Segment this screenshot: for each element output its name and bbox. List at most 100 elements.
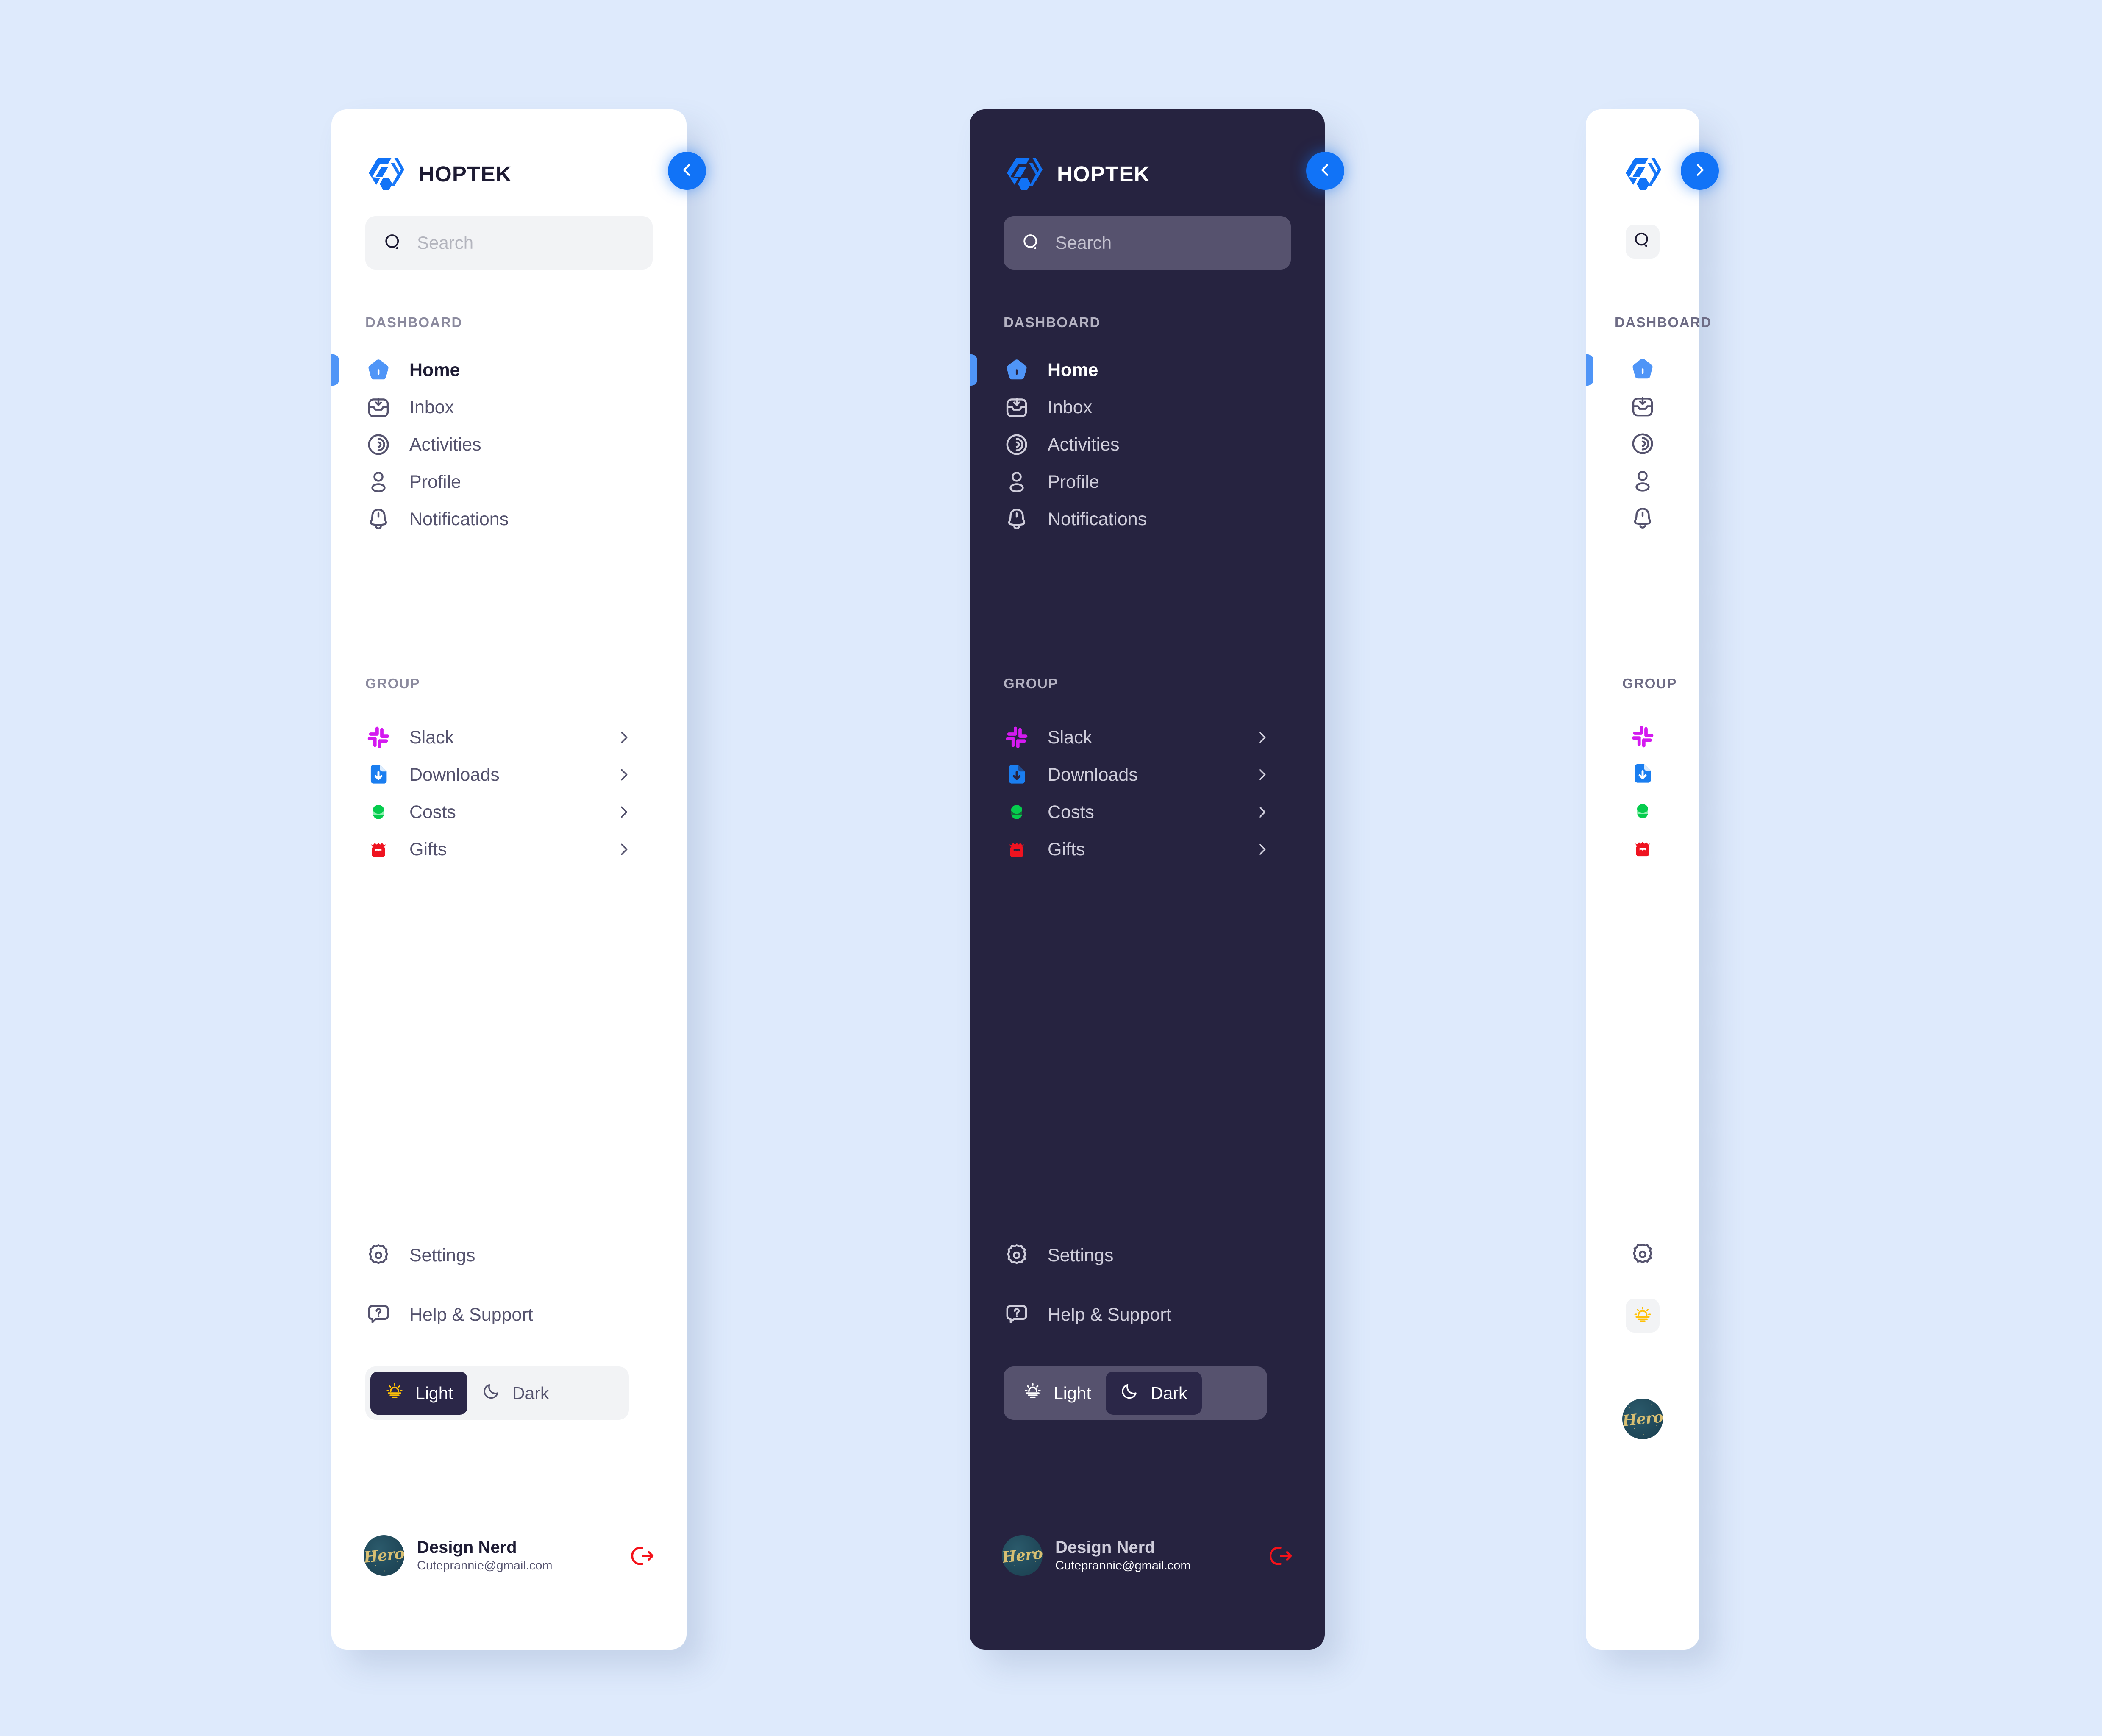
- section-label-group-dark: GROUP: [1004, 676, 1059, 691]
- logout-icon[interactable]: [1269, 1544, 1294, 1568]
- avatar-label: Hero: [1622, 1408, 1663, 1430]
- gift-icon[interactable]: [1629, 835, 1656, 862]
- sidebar-item-gifts-light[interactable]: Gifts: [365, 829, 447, 870]
- logout-icon[interactable]: [631, 1544, 656, 1568]
- sidebar-item-label: Home: [1048, 359, 1098, 380]
- sidebar-item-label: Gifts: [409, 839, 447, 860]
- theme-toggle-light-panel[interactable]: Light Dark: [365, 1366, 629, 1420]
- sidebar-item-help-dark[interactable]: Help & Support: [1004, 1294, 1171, 1335]
- sidebar-item-costs-dark[interactable]: Costs: [1004, 792, 1094, 832]
- sidebar-item-label: Notifications: [409, 509, 509, 529]
- coins-icon: [1004, 799, 1030, 825]
- avatar: Hero: [1002, 1535, 1043, 1576]
- sidebar-item-notifications-light[interactable]: Notifications: [365, 499, 509, 540]
- search-input-dark[interactable]: Search: [1004, 216, 1291, 270]
- brand-dark: HOPTEK: [1004, 153, 1150, 194]
- section-label-dashboard-light: DASHBOARD: [365, 314, 462, 330]
- sidebar-item-costs-light[interactable]: Costs: [365, 792, 456, 832]
- sidebar-item-notifications-dark[interactable]: Notifications: [1004, 499, 1147, 540]
- search-button-rail[interactable]: [1626, 225, 1660, 259]
- user-email: Cuteprannie@gmail.com: [1055, 1559, 1191, 1573]
- download-icon: [1004, 762, 1030, 788]
- sidebar-item-downloads-light[interactable]: Downloads: [365, 754, 500, 795]
- chevron-right-icon[interactable]: [1254, 729, 1271, 746]
- search-icon: [1021, 233, 1042, 253]
- expand-sidebar-button[interactable]: [1681, 152, 1719, 190]
- sidebar-item-profile-dark[interactable]: Profile: [1004, 462, 1099, 502]
- chevron-right-icon[interactable]: [615, 804, 632, 821]
- theme-toggle-rail[interactable]: [1626, 1299, 1660, 1333]
- inbox-icon[interactable]: [1629, 393, 1656, 420]
- sidebar-item-label: Inbox: [1048, 397, 1093, 417]
- active-indicator-rail: [1586, 354, 1593, 386]
- gear-icon: [365, 1242, 392, 1269]
- gear-icon[interactable]: [1629, 1241, 1656, 1268]
- sidebar-item-profile-light[interactable]: Profile: [365, 462, 461, 502]
- theme-option-dark[interactable]: Dark: [1105, 1372, 1202, 1415]
- sidebar-item-home-light[interactable]: Home: [365, 350, 460, 390]
- sidebar-item-settings-dark[interactable]: Settings: [1004, 1235, 1113, 1276]
- search-input-light[interactable]: Search: [365, 216, 653, 270]
- hoptek-logo-icon[interactable]: [1622, 153, 1663, 194]
- section-label-dashboard-rail: DASHBOARD: [1615, 314, 1712, 330]
- sidebar-item-label: Settings: [1048, 1245, 1114, 1266]
- home-icon[interactable]: [1629, 356, 1656, 382]
- chevron-right-icon[interactable]: [615, 766, 632, 783]
- sidebar-item-label: Notifications: [1048, 509, 1147, 529]
- sidebar-item-slack-dark[interactable]: Slack: [1004, 717, 1092, 758]
- sidebar-item-activities-dark[interactable]: Activities: [1004, 424, 1120, 465]
- sidebar-item-label: Activities: [409, 434, 481, 455]
- sidebar-item-home-dark[interactable]: Home: [1004, 350, 1098, 390]
- download-icon[interactable]: [1629, 761, 1656, 787]
- chevron-right-icon[interactable]: [1254, 766, 1271, 783]
- theme-toggle-dark-panel[interactable]: Light Dark: [1004, 1366, 1267, 1420]
- home-icon: [365, 357, 392, 383]
- activity-icon: [1004, 431, 1030, 458]
- user-profile-dark[interactable]: Hero Design Nerd Cuteprannie@gmail.com: [1002, 1535, 1191, 1576]
- section-label-group-light: GROUP: [365, 676, 420, 691]
- slack-icon[interactable]: [1629, 723, 1656, 750]
- chevron-left-icon: [1317, 161, 1334, 181]
- avatar-label: Hero: [364, 1544, 404, 1566]
- search-placeholder: Search: [417, 233, 474, 253]
- sidebar-item-label: Slack: [1048, 727, 1093, 748]
- theme-option-dark-label: Dark: [512, 1383, 549, 1403]
- user-icon[interactable]: [1629, 468, 1656, 494]
- sidebar-item-label: Profile: [409, 471, 461, 492]
- sidebar-item-gifts-dark[interactable]: Gifts: [1004, 829, 1085, 870]
- coins-icon[interactable]: [1629, 798, 1656, 824]
- theme-option-dark-label: Dark: [1150, 1383, 1187, 1403]
- sidebar-item-slack-light[interactable]: Slack: [365, 717, 454, 758]
- theme-option-dark[interactable]: Dark: [467, 1372, 564, 1415]
- chevron-right-icon: [1691, 161, 1708, 181]
- bell-icon[interactable]: [1629, 505, 1656, 531]
- active-indicator-dark: [970, 354, 977, 386]
- sidebar-item-label: Settings: [409, 1245, 475, 1266]
- collapse-sidebar-button-light[interactable]: [668, 152, 706, 190]
- active-indicator-light: [331, 354, 339, 386]
- download-icon: [365, 762, 392, 788]
- hoptek-logo-icon: [1004, 153, 1044, 194]
- sidebar-item-inbox-dark[interactable]: Inbox: [1004, 387, 1092, 428]
- chevron-right-icon[interactable]: [615, 729, 632, 746]
- chevron-right-icon[interactable]: [1254, 804, 1271, 821]
- sidebar-item-label: Help & Support: [409, 1304, 533, 1325]
- theme-option-light[interactable]: Light: [1009, 1372, 1106, 1415]
- avatar[interactable]: Hero: [1622, 1399, 1663, 1439]
- sidebar-item-inbox-light[interactable]: Inbox: [365, 387, 454, 428]
- user-profile-light[interactable]: Hero Design Nerd Cuteprannie@gmail.com: [364, 1535, 553, 1576]
- sidebar-item-settings-light[interactable]: Settings: [365, 1235, 475, 1276]
- search-icon: [383, 233, 403, 253]
- help-icon: [1004, 1302, 1030, 1328]
- theme-option-light[interactable]: Light: [370, 1372, 467, 1415]
- chevron-right-icon[interactable]: [615, 841, 632, 858]
- sidebar-item-help-light[interactable]: Help & Support: [365, 1294, 533, 1335]
- sidebar-item-downloads-dark[interactable]: Downloads: [1004, 754, 1138, 795]
- chevron-right-icon[interactable]: [1254, 841, 1271, 858]
- gift-icon: [1004, 836, 1030, 862]
- user-name: Design Nerd: [1055, 1538, 1155, 1557]
- sidebar-item-activities-light[interactable]: Activities: [365, 424, 481, 465]
- collapse-sidebar-button-dark[interactable]: [1306, 152, 1344, 190]
- activity-icon[interactable]: [1629, 431, 1656, 457]
- gift-icon: [365, 836, 392, 862]
